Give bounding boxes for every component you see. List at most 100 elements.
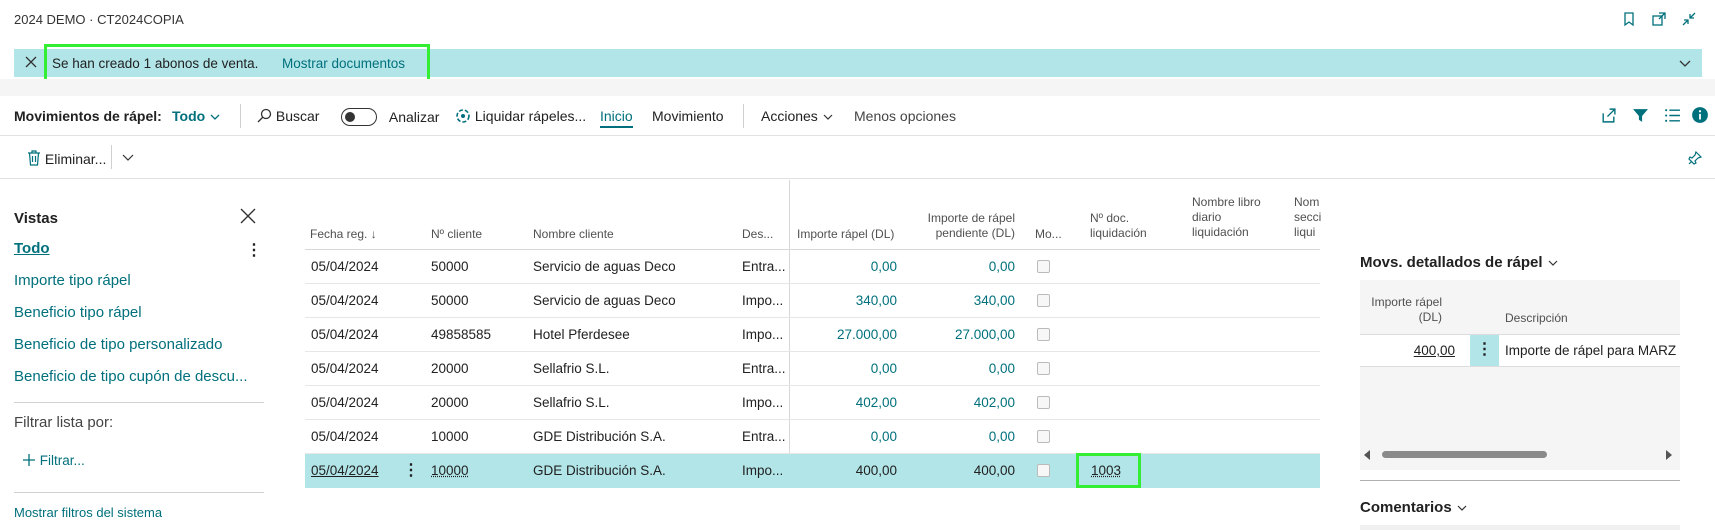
cell-pending[interactable]: 340,00 — [915, 293, 1015, 308]
cell-amount[interactable]: 340,00 — [797, 293, 897, 308]
view-item-benefit-type[interactable]: Beneficio tipo rápel — [14, 304, 142, 321]
checkbox[interactable] — [1037, 396, 1050, 409]
table-row[interactable]: 05/04/2024 50000 Servicio de aguas Deco … — [305, 250, 1320, 284]
checkbox[interactable] — [1037, 260, 1050, 273]
chevron-down-icon[interactable] — [1678, 56, 1692, 70]
cell-customer-name[interactable]: Sellafrio S.L. — [533, 395, 610, 410]
more-options-icon[interactable]: ⋮ — [246, 240, 262, 260]
cell-customer-no[interactable]: 50000 — [431, 259, 469, 274]
cell-customer-no[interactable]: 10000 — [431, 429, 469, 444]
cell-customer-no[interactable]: 20000 — [431, 361, 469, 376]
column-header-section-name[interactable]: Nom secci liqui — [1294, 195, 1321, 240]
table-row-selected[interactable]: 05/04/2024 ⋮ 10000 GDE Distribución S.A.… — [305, 454, 1320, 488]
table-row[interactable]: 05/04/2024 10000 GDE Distribución S.A. E… — [305, 420, 1320, 454]
view-item-amount-type[interactable]: Importe tipo rápel — [14, 272, 131, 289]
column-header-amount[interactable]: Importe rápel (DL) — [797, 227, 894, 242]
column-header-doc-no[interactable]: Nº doc. liquidación — [1090, 211, 1147, 241]
filter-selector[interactable]: Todo — [172, 108, 221, 124]
actions-menu[interactable]: Acciones — [761, 108, 834, 124]
cell-description[interactable]: Entra... — [742, 361, 788, 376]
cell-pending[interactable]: 0,00 — [915, 259, 1015, 274]
cell-amount[interactable]: 27.000,00 — [797, 327, 897, 342]
detail-row[interactable]: 400,00 ⋮ Importe de rápel para MARZ — [1360, 334, 1680, 367]
view-item-all[interactable]: Todo — [14, 240, 50, 257]
column-header-customer-name[interactable]: Nombre cliente — [533, 227, 614, 242]
column-header-pending[interactable]: Importe de rápel pendiente (DL) — [905, 211, 1015, 241]
cell-date[interactable]: 05/04/2024 — [311, 429, 379, 444]
checkbox[interactable] — [1037, 464, 1050, 477]
cell-customer-name[interactable]: GDE Distribución S.A. — [533, 463, 666, 478]
cell-date[interactable]: 05/04/2024 — [311, 293, 379, 308]
cell-customer-no[interactable]: 49858585 — [431, 327, 491, 342]
cell-date[interactable]: 05/04/2024 — [311, 395, 379, 410]
cell-customer-no[interactable]: 10000 — [431, 463, 469, 478]
view-item-coupon-benefit[interactable]: Beneficio de tipo cupón de descu... — [14, 368, 264, 385]
share-icon[interactable] — [1600, 107, 1617, 124]
cell-customer-name[interactable]: GDE Distribución S.A. — [533, 429, 666, 444]
checkbox[interactable] — [1037, 362, 1050, 375]
bookmark-icon[interactable] — [1621, 11, 1637, 27]
analyze-toggle[interactable]: Analizar — [341, 108, 439, 126]
checkbox[interactable] — [1037, 328, 1050, 341]
close-icon[interactable] — [24, 55, 40, 71]
cell-date[interactable]: 05/04/2024 — [311, 327, 379, 342]
cell-description[interactable]: Impo... — [742, 293, 788, 308]
cell-amount[interactable]: 0,00 — [797, 259, 897, 274]
column-header-customer-no[interactable]: Nº cliente — [431, 227, 482, 242]
cell-date[interactable]: 05/04/2024 — [311, 259, 379, 274]
cell-description[interactable]: Entra... — [742, 259, 788, 274]
column-header-mo[interactable]: Mo... — [1035, 227, 1062, 242]
table-row[interactable]: 05/04/2024 50000 Servicio de aguas Deco … — [305, 284, 1320, 318]
checkbox[interactable] — [1037, 430, 1050, 443]
pin-icon[interactable] — [1687, 150, 1703, 166]
checkbox[interactable] — [1037, 294, 1050, 307]
column-header-amount[interactable]: Importe rápel (DL) — [1360, 295, 1442, 325]
cell-description[interactable]: Impo... — [742, 463, 788, 478]
column-header-description[interactable]: Des... — [742, 227, 773, 242]
table-row[interactable]: 05/04/2024 49858585 Hotel Pferdesee Impo… — [305, 318, 1320, 352]
column-header-journal-name[interactable]: Nombre libro diario liquidación — [1192, 195, 1261, 240]
cell-customer-no[interactable]: 50000 — [431, 293, 469, 308]
cell-pending[interactable]: 0,00 — [915, 429, 1015, 444]
cell-description[interactable]: Impo... — [742, 395, 788, 410]
list-icon[interactable] — [1664, 107, 1681, 124]
chevron-down-icon[interactable] — [121, 152, 135, 164]
cell-amount[interactable]: 400,00 — [797, 463, 897, 478]
tab-movement[interactable]: Movimiento — [652, 108, 724, 124]
liquidate-button[interactable]: Liquidar rápeles... — [455, 108, 586, 124]
add-filter-button[interactable]: Filtrar... — [22, 453, 85, 468]
cell-customer-name[interactable]: Servicio de aguas Deco — [533, 259, 676, 274]
cell-pending[interactable]: 402,00 — [915, 395, 1015, 410]
cell-description[interactable]: Entra... — [742, 429, 788, 444]
column-header-date[interactable]: Fecha reg. ↓ — [310, 227, 377, 242]
scrollbar-thumb[interactable] — [1382, 451, 1547, 458]
cell-amount[interactable]: 0,00 — [797, 361, 897, 376]
cell-pending[interactable]: 0,00 — [915, 361, 1015, 376]
cell-pending[interactable]: 400,00 — [915, 463, 1015, 478]
show-system-filters-link[interactable]: Mostrar filtros del sistema — [14, 505, 162, 520]
row-actions-icon[interactable]: ⋮ — [1470, 335, 1499, 366]
open-new-window-icon[interactable] — [1651, 11, 1667, 27]
column-header-description[interactable]: Descripción — [1505, 311, 1568, 326]
cell-amount[interactable]: 0,00 — [797, 429, 897, 444]
cell-customer-name[interactable]: Servicio de aguas Deco — [533, 293, 676, 308]
cell-description[interactable]: Impo... — [742, 327, 788, 342]
cell-customer-name[interactable]: Sellafrio S.L. — [533, 361, 610, 376]
horizontal-scrollbar[interactable] — [1360, 448, 1680, 462]
factbox-detail-title[interactable]: Movs. detallados de rápel — [1360, 254, 1559, 271]
cell-date[interactable]: 05/04/2024 — [311, 361, 379, 376]
table-row[interactable]: 05/04/2024 20000 Sellafrio S.L. Impo... … — [305, 386, 1320, 420]
view-item-custom-benefit[interactable]: Beneficio de tipo personalizado — [14, 336, 222, 353]
fewer-options-button[interactable]: Menos opciones — [854, 108, 956, 124]
scroll-left-icon[interactable] — [1364, 450, 1370, 460]
search-button[interactable]: Buscar — [256, 108, 319, 124]
close-icon[interactable] — [239, 207, 257, 225]
factbox-comments-title[interactable]: Comentarios — [1360, 499, 1468, 516]
toggle-switch[interactable] — [341, 108, 377, 126]
cell-pending[interactable]: 27.000,00 — [915, 327, 1015, 342]
cell-date[interactable]: 05/04/2024 — [311, 463, 379, 478]
cell-customer-no[interactable]: 20000 — [431, 395, 469, 410]
cell-customer-name[interactable]: Hotel Pferdesee — [533, 327, 630, 342]
cell-description[interactable]: Importe de rápel para MARZ — [1505, 343, 1680, 358]
cell-amount[interactable]: 400,00 — [1360, 343, 1455, 358]
